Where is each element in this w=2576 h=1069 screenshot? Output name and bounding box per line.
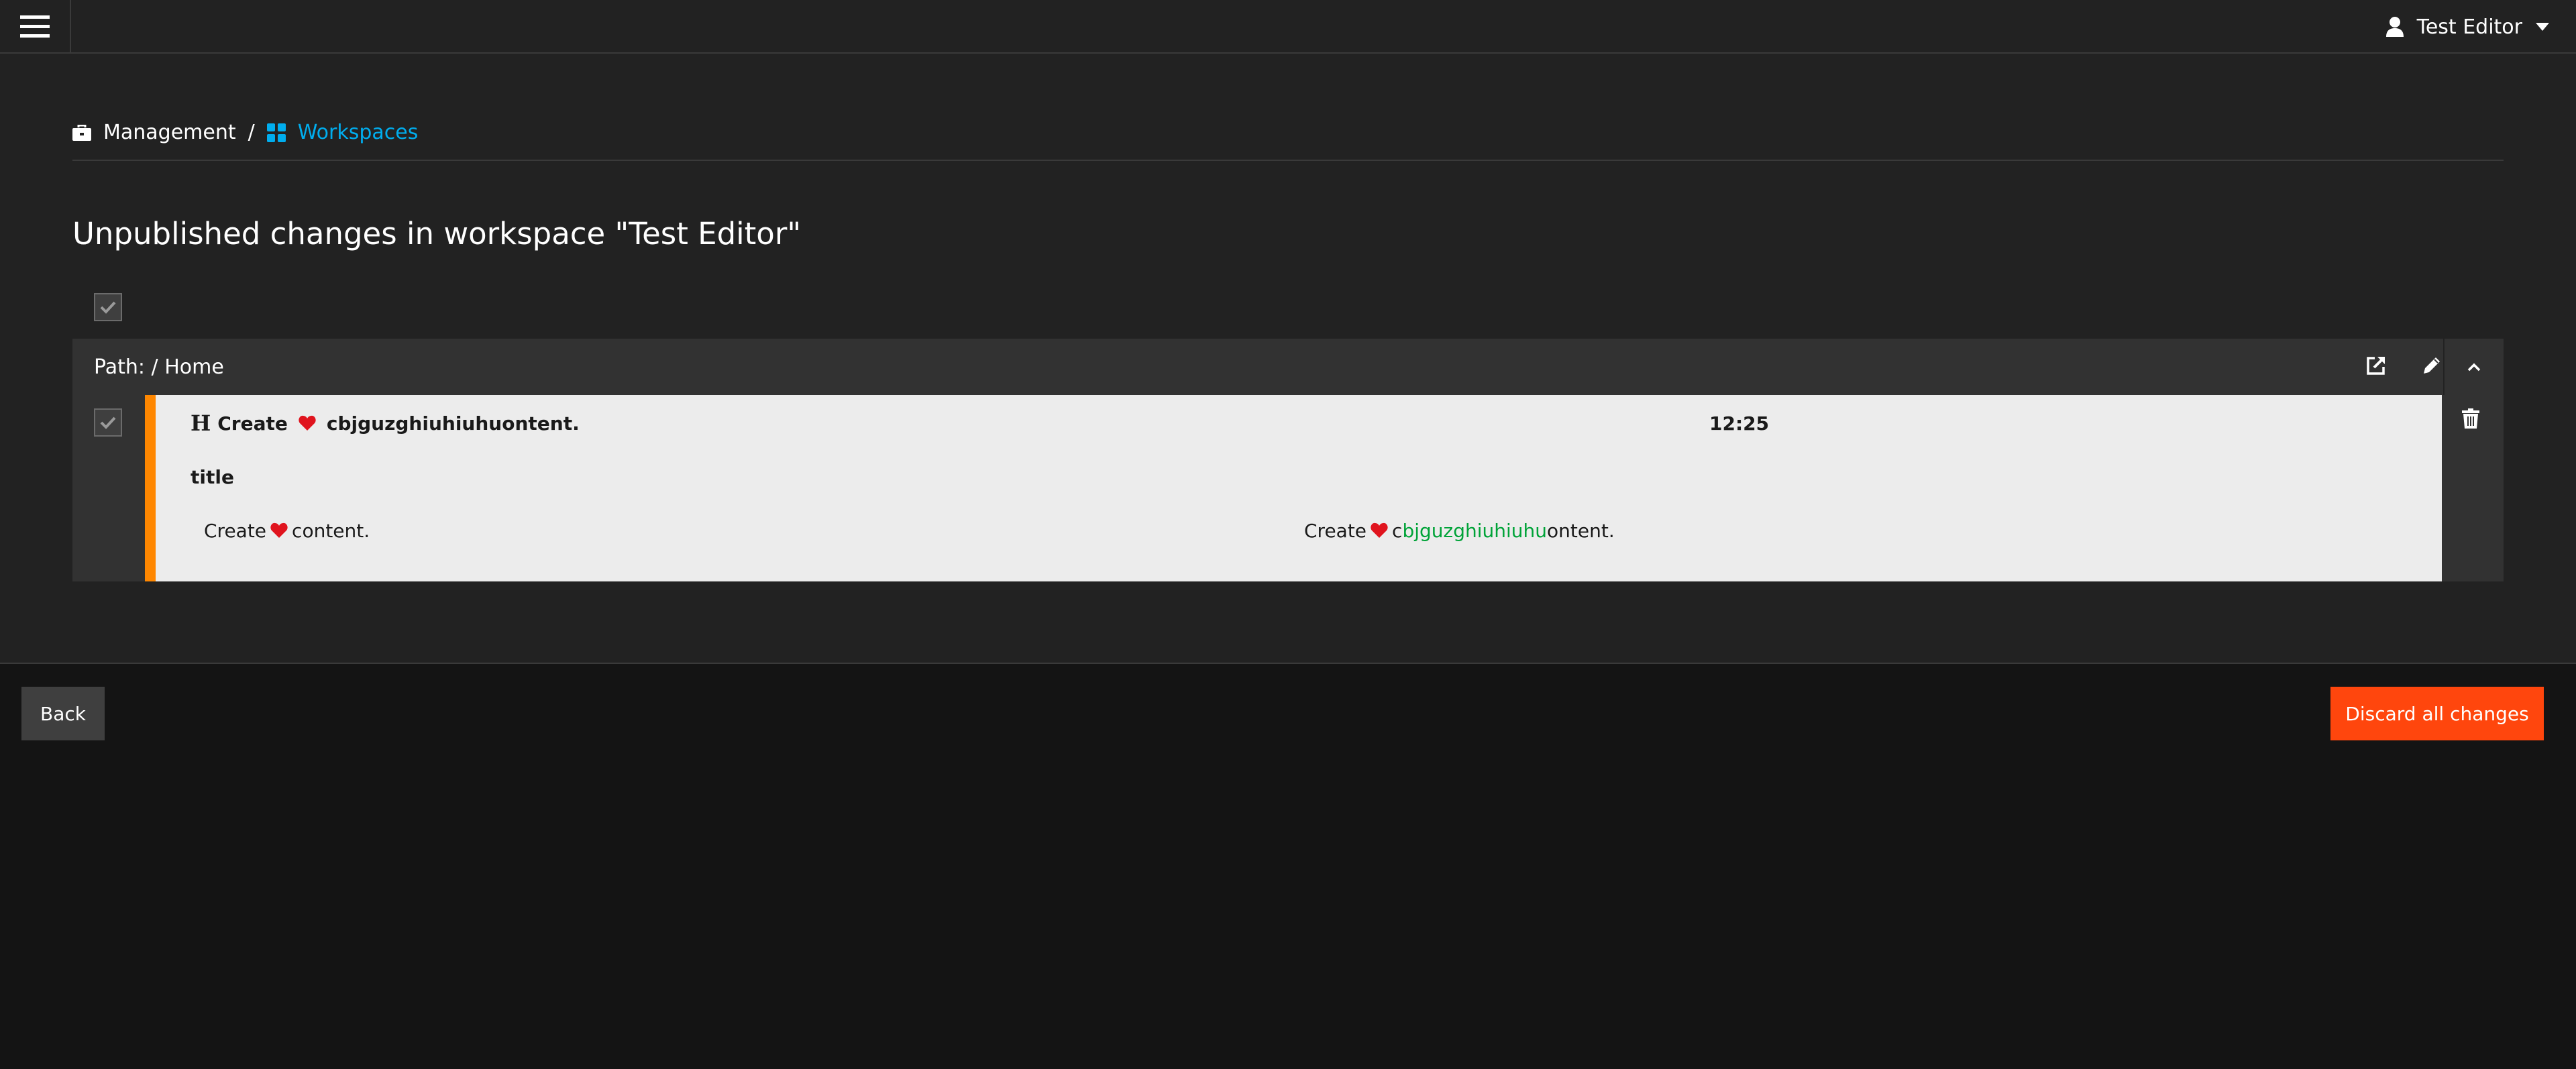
breadcrumb: Management / Workspaces: [72, 118, 2504, 161]
change-actions-cell: [2442, 395, 2504, 581]
new-value-added-text: bjguzghiuhiuhu: [1402, 519, 1548, 542]
document-path: Path: / Home: [94, 355, 224, 379]
user-icon: [2385, 17, 2404, 37]
collapse-group-button[interactable]: [2443, 339, 2504, 395]
top-bar: Test Editor: [0, 0, 2576, 54]
document-actions: [2365, 339, 2442, 395]
change-row: H Create cbjguzghiuhiuhuontent. 12:25 ti…: [72, 395, 2504, 581]
property-name: title: [191, 465, 234, 488]
change-status-indicator: [145, 395, 156, 581]
main-content: Management / Workspaces Unpublished chan…: [0, 54, 2576, 664]
th-large-icon: [266, 123, 286, 142]
heart-icon: [270, 522, 288, 538]
change-checkbox[interactable]: [94, 408, 122, 437]
main-menu-button[interactable]: [0, 0, 71, 54]
heading-icon: H: [191, 410, 211, 436]
check-icon: [100, 301, 116, 314]
hamburger-menu-icon: [20, 15, 50, 38]
breadcrumb-label-workspaces: Workspaces: [297, 121, 419, 144]
heart-icon: [1371, 522, 1388, 538]
change-title-suffix: cbjguzghiuhiuhuontent.: [326, 412, 580, 435]
chevron-up-icon: [2467, 363, 2481, 372]
change-title: H Create cbjguzghiuhiuhuontent.: [191, 408, 580, 438]
user-menu[interactable]: Test Editor: [2385, 0, 2549, 54]
new-value: Create c bjguzghiuhiuhu ontent.: [1304, 516, 1615, 545]
user-name: Test Editor: [2416, 15, 2522, 39]
document-group-header: Path: / Home: [72, 339, 2504, 395]
old-value-suffix: content.: [292, 519, 370, 542]
preview-document-button[interactable]: [2365, 355, 2387, 379]
new-value-unchanged-end: ontent.: [1547, 519, 1615, 542]
check-icon: [100, 416, 116, 429]
breadcrumb-item-workspaces[interactable]: Workspaces: [266, 121, 419, 144]
new-value-prefix: Create: [1304, 519, 1367, 542]
caret-down-icon: [2536, 23, 2549, 31]
old-value-prefix: Create: [204, 519, 267, 542]
heart-icon: [299, 415, 316, 431]
old-value: Create content.: [204, 516, 370, 545]
discard-change-button[interactable]: [2462, 408, 2479, 431]
select-all-checkbox[interactable]: [94, 293, 122, 321]
trash-icon: [2462, 408, 2479, 429]
change-select-cell: [72, 395, 145, 581]
change-time: 12:25: [1709, 412, 1770, 435]
discard-all-changes-button[interactable]: Discard all changes: [2330, 687, 2544, 740]
new-value-unchanged-start: c: [1392, 519, 1403, 542]
breadcrumb-item-management[interactable]: Management: [72, 121, 236, 144]
breadcrumb-label-management: Management: [103, 121, 236, 144]
footer-bar: Back Discard all changes: [0, 664, 2576, 1069]
external-link-icon: [2367, 357, 2385, 375]
page-title: Unpublished changes in workspace "Test E…: [72, 216, 802, 251]
change-details: H Create cbjguzghiuhiuhuontent. 12:25 ti…: [156, 395, 2442, 581]
breadcrumb-separator: /: [248, 121, 255, 144]
back-button[interactable]: Back: [21, 687, 105, 740]
change-title-prefix: Create: [217, 412, 288, 435]
edit-document-button[interactable]: [2422, 355, 2442, 378]
pencil-icon: [2424, 357, 2440, 374]
briefcase-icon: [72, 124, 91, 141]
